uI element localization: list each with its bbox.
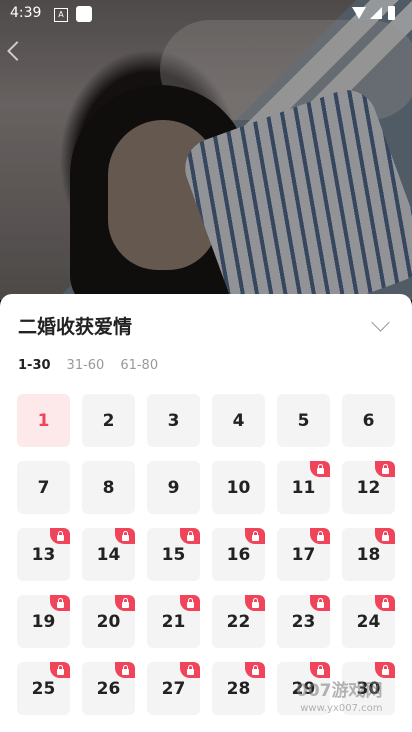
notification-square-icon	[76, 6, 92, 22]
video-player[interactable]	[0, 0, 412, 300]
episode-number: 6	[362, 410, 375, 431]
lock-icon	[375, 662, 395, 678]
episode-sheet: 二婚收获爱情 1-30 31-60 61-80 1 2 3 4 5 6 7 8 9 10 11 12 13 1…	[0, 294, 412, 732]
tab-episodes-31-60[interactable]: 31-60	[67, 358, 105, 373]
lock-icon	[310, 461, 330, 477]
episode-button[interactable]: 20	[82, 595, 135, 648]
episode-number: 14	[96, 544, 121, 565]
episode-button[interactable]: 23	[277, 595, 330, 648]
lock-icon	[115, 528, 135, 544]
episode-button[interactable]: 18	[342, 528, 395, 581]
episode-number: 26	[96, 678, 121, 699]
lock-icon	[375, 461, 395, 477]
tab-episodes-1-30[interactable]: 1-30	[18, 358, 51, 373]
episode-button[interactable]: 10	[212, 461, 265, 514]
episode-button[interactable]: 19	[17, 595, 70, 648]
lock-icon	[180, 595, 200, 611]
lock-icon	[50, 595, 70, 611]
episode-button[interactable]: 16	[212, 528, 265, 581]
episode-button[interactable]: 4	[212, 394, 265, 447]
status-bar: 4:39 A	[0, 0, 412, 28]
episode-number: 10	[226, 477, 251, 498]
episode-button[interactable]: 17	[277, 528, 330, 581]
episode-button[interactable]: 1	[17, 394, 70, 447]
lock-icon	[245, 595, 265, 611]
episode-number: 12	[356, 477, 381, 498]
episode-range-tabs: 1-30 31-60 61-80	[18, 358, 174, 373]
episode-button[interactable]: 24	[342, 595, 395, 648]
watermark-line2: www.yx007.com	[300, 703, 383, 714]
episode-number: 2	[102, 410, 115, 431]
lock-icon	[50, 528, 70, 544]
episode-number: 20	[96, 611, 121, 632]
episode-number: 7	[37, 477, 50, 498]
lock-icon	[245, 662, 265, 678]
episode-number: 3	[167, 410, 180, 431]
status-time: 4:39	[10, 5, 42, 21]
episode-number: 9	[167, 477, 180, 498]
lock-icon	[310, 662, 330, 678]
lock-icon	[375, 528, 395, 544]
episode-number: 5	[297, 410, 310, 431]
episode-button[interactable]: 28	[212, 662, 265, 715]
episode-number: 16	[226, 544, 251, 565]
lock-icon	[115, 595, 135, 611]
episode-number: 13	[31, 544, 56, 565]
lock-icon	[50, 662, 70, 678]
episode-number: 11	[291, 477, 316, 498]
episode-button[interactable]: 11	[277, 461, 330, 514]
episode-button[interactable]: 25	[17, 662, 70, 715]
battery-icon	[388, 6, 395, 20]
episode-button[interactable]: 14	[82, 528, 135, 581]
signal-icon	[370, 7, 382, 19]
episode-number: 15	[161, 544, 186, 565]
episode-button[interactable]: 15	[147, 528, 200, 581]
lock-icon	[310, 528, 330, 544]
episode-number: 24	[356, 611, 381, 632]
episode-number: 27	[161, 678, 186, 699]
watermark: 007游戏网 www.yx007.com	[296, 682, 383, 718]
episode-grid: 1 2 3 4 5 6 7 8 9 10 11 12 13 14 15 16 17 18 19 20 21 22 23 24 2…	[17, 394, 397, 715]
episode-number: 17	[291, 544, 316, 565]
episode-button[interactable]: 8	[82, 461, 135, 514]
episode-button[interactable]: 5	[277, 394, 330, 447]
episode-button[interactable]: 12	[342, 461, 395, 514]
lock-icon	[180, 528, 200, 544]
episode-number: 4	[232, 410, 245, 431]
episode-button[interactable]: 26	[82, 662, 135, 715]
episode-button[interactable]: 7	[17, 461, 70, 514]
lock-icon	[180, 662, 200, 678]
notification-a-icon: A	[54, 8, 68, 22]
episode-number: 21	[161, 611, 186, 632]
lock-icon	[245, 528, 265, 544]
lock-icon	[375, 595, 395, 611]
episode-button[interactable]: 6	[342, 394, 395, 447]
episode-number: 25	[31, 678, 56, 699]
drama-title: 二婚收获爱情	[18, 316, 133, 338]
episode-number: 28	[226, 678, 251, 699]
episode-number: 19	[31, 611, 56, 632]
wifi-icon	[352, 7, 366, 19]
watermark-line1: 007游戏网	[296, 681, 383, 701]
episode-button[interactable]: 2	[82, 394, 135, 447]
tab-episodes-61-80[interactable]: 61-80	[120, 358, 158, 373]
episode-button[interactable]: 3	[147, 394, 200, 447]
episode-number: 23	[291, 611, 316, 632]
lock-icon	[115, 662, 135, 678]
chevron-down-icon[interactable]	[371, 313, 390, 332]
video-overlay	[0, 0, 412, 300]
episode-button[interactable]: 21	[147, 595, 200, 648]
episode-number: 8	[102, 477, 115, 498]
episode-button[interactable]: 13	[17, 528, 70, 581]
lock-icon	[310, 595, 330, 611]
episode-number: 22	[226, 611, 251, 632]
episode-number: 1	[37, 410, 50, 431]
episode-button[interactable]: 27	[147, 662, 200, 715]
episode-button[interactable]: 9	[147, 461, 200, 514]
episode-button[interactable]: 22	[212, 595, 265, 648]
episode-number: 18	[356, 544, 381, 565]
